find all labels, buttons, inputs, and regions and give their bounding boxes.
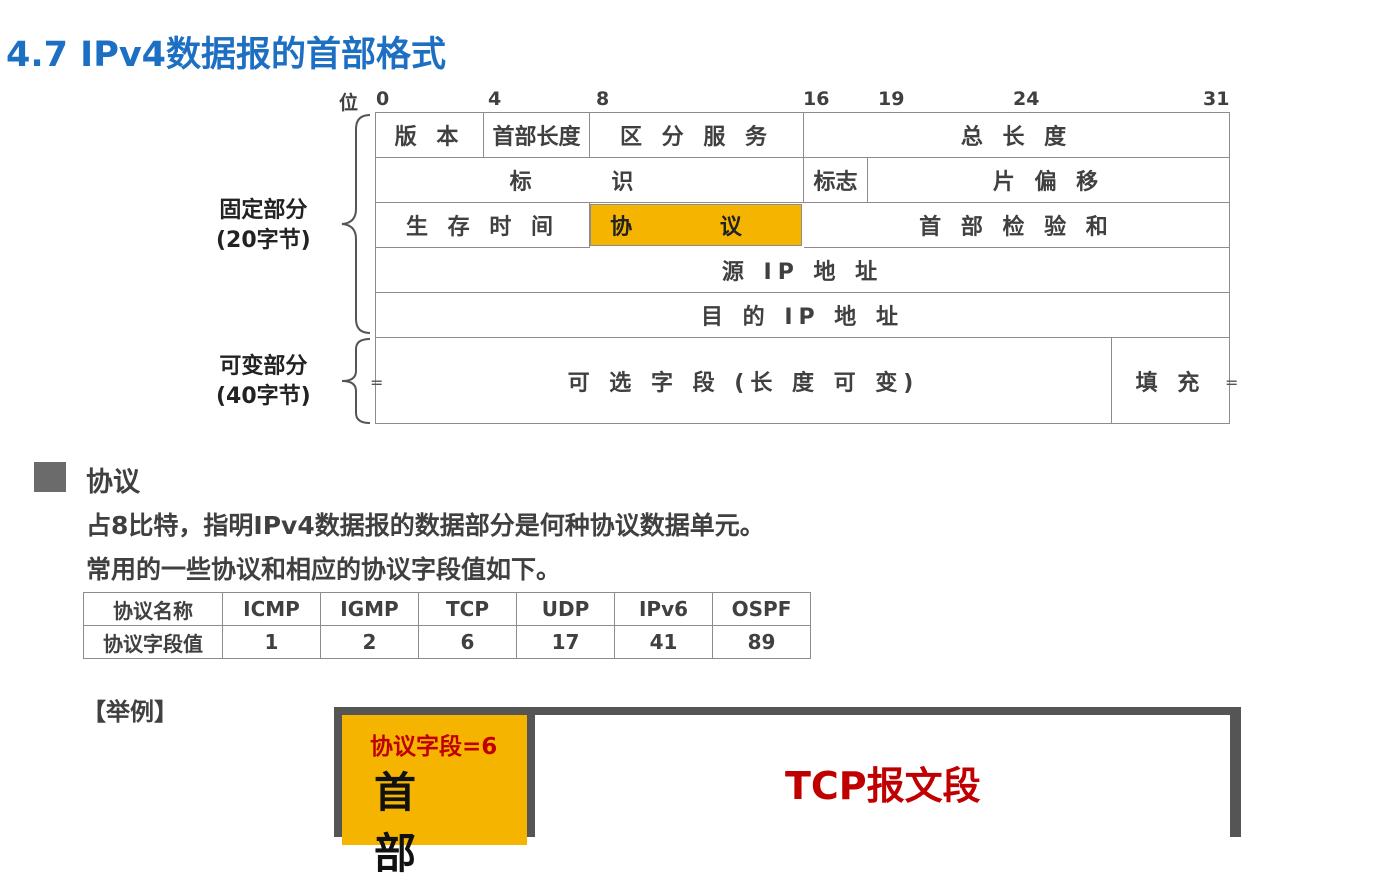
table-row: 协议字段值 1 2 6 17 41 89 — [83, 625, 811, 659]
table-cell: OSPF — [712, 592, 811, 626]
field-source-ip: 源 IP 地 址 — [376, 248, 1229, 293]
table-row-label: 协议名称 — [83, 592, 223, 626]
variable-part-title: 可变部分 — [219, 354, 308, 379]
example-datagram: 协议字段=6 首 部 TCP报文段 — [334, 707, 1241, 878]
example-protocol-field-note: 协议字段=6 — [370, 734, 498, 760]
table-cell: ICMP — [222, 592, 321, 626]
field-padding: 填 充 — [1135, 370, 1206, 396]
table-row: 协议名称 ICMP IGMP TCP UDP IPv6 OSPF — [83, 592, 811, 626]
table-cell: 1 — [222, 625, 321, 659]
bit-position-16: 16 — [803, 88, 830, 110]
options-eq-mark-left: = — [370, 373, 384, 392]
section-heading: 协议 — [86, 467, 140, 498]
table-cell: IPv6 — [614, 592, 713, 626]
field-fragment-offset: 片 偏 移 — [868, 158, 1229, 203]
example-payload-block: TCP报文段 — [535, 715, 1230, 845]
table-cell: 2 — [320, 625, 419, 659]
bit-position-31: 31 — [1203, 88, 1230, 110]
fixed-part-title: 固定部分 — [219, 198, 308, 223]
field-header-length: 首部长度 — [484, 113, 590, 158]
bit-position-24: 24 — [1013, 88, 1040, 110]
field-protocol: 协 议 — [590, 204, 802, 246]
ipv4-header-diagram: 版 本 首部长度 区 分 服 务 总 长 度 标 识 标志 片 偏 移 生 存 … — [375, 112, 1230, 424]
field-differentiated-services: 区 分 服 务 — [590, 113, 804, 158]
table-cell: TCP — [418, 592, 517, 626]
section-bullet-square — [34, 462, 66, 492]
section-description-1: 占8比特，指明IPv4数据报的数据部分是何种协议数据单元。 — [86, 511, 765, 540]
field-flags: 标志 — [804, 158, 868, 203]
variable-part-brace — [341, 338, 371, 424]
field-total-length: 总 长 度 — [804, 113, 1229, 158]
field-options: 可 选 字 段 (长 度 可 变) — [376, 338, 1112, 423]
fixed-part-brace — [341, 114, 371, 334]
bit-axis-label: 位 — [339, 92, 359, 114]
table-cell: 6 — [418, 625, 517, 659]
protocol-table: 协议名称 ICMP IGMP TCP UDP IPv6 OSPF 协议字段值 1… — [83, 592, 811, 659]
table-cell: 89 — [712, 625, 811, 659]
field-ttl: 生 存 时 间 — [376, 203, 590, 248]
bit-position-8: 8 — [596, 88, 610, 110]
example-label: 【举例】 — [82, 698, 178, 726]
variable-part-size: (40字节) — [216, 384, 311, 409]
field-header-checksum: 首 部 检 验 和 — [804, 203, 1229, 248]
field-version: 版 本 — [376, 113, 484, 158]
bit-position-4: 4 — [488, 88, 502, 110]
table-cell: UDP — [516, 592, 615, 626]
field-identification: 标 识 — [376, 158, 804, 203]
bit-position-19: 19 — [878, 88, 905, 110]
table-row-label: 协议字段值 — [83, 625, 223, 659]
fixed-part-size: (20字节) — [216, 228, 311, 253]
bit-position-0: 0 — [376, 88, 390, 110]
variable-part-label: 可变部分 (40字节) — [216, 352, 311, 412]
example-header-text: 首 部 — [374, 768, 439, 878]
table-cell: 17 — [516, 625, 615, 659]
page-title: 4.7 IPv4数据报的首部格式 — [6, 35, 447, 75]
section-description-2: 常用的一些协议和相应的协议字段值如下。 — [86, 555, 562, 584]
example-header-block: 协议字段=6 首 部 — [342, 715, 527, 878]
table-cell: 41 — [614, 625, 713, 659]
field-destination-ip: 目 的 IP 地 址 — [376, 293, 1229, 338]
fixed-part-label: 固定部分 (20字节) — [216, 196, 311, 256]
table-cell: IGMP — [320, 592, 419, 626]
example-payload-text: TCP报文段 — [785, 764, 981, 808]
options-eq-mark-right: = — [1225, 373, 1239, 392]
